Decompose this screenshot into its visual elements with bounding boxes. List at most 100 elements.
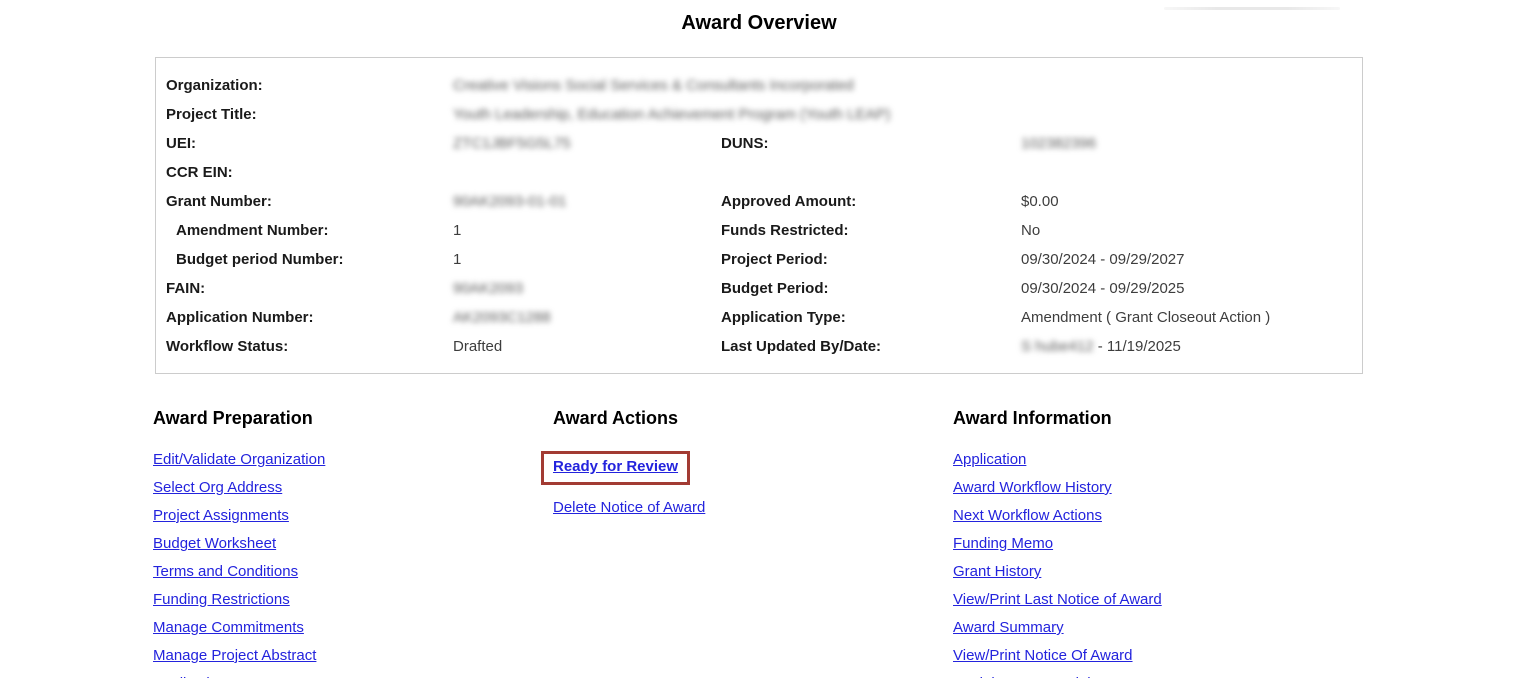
field-label: Organization: [166, 71, 453, 100]
link-row: Select Org Address [153, 479, 543, 497]
link-row: Funding Restrictions [153, 591, 543, 609]
award-links-sections: Award Preparation Edit/Validate Organizat… [0, 408, 1536, 678]
field-label: Budget Period: [721, 274, 1021, 303]
table-row-fain: FAIN:90AK2093Budget Period:09/30/2024 - … [156, 274, 1362, 303]
field-value: No [1021, 216, 1362, 245]
empty-cell [1021, 158, 1362, 187]
field-value: 1 [453, 216, 721, 245]
field-value-text: 09/30/2024 - 09/29/2027 [1021, 251, 1184, 268]
link-select-org-address[interactable]: Select Org Address [153, 480, 282, 495]
link-row: Manage Project Abstract [153, 647, 543, 665]
link-row: Budget Worksheet [153, 535, 543, 553]
table-row-project-title: Project Title:Youth Leadership, Educatio… [156, 100, 1362, 129]
field-value: 102382396 [1021, 129, 1362, 158]
field-value-text: 09/30/2024 - 09/29/2025 [1021, 280, 1184, 297]
field-label: Amendment Number: [166, 216, 453, 245]
field-label: Last Updated By/Date: [721, 332, 1021, 361]
field-value: 1 [453, 245, 721, 274]
link-row: View/Print Last Notice of Award [953, 591, 1343, 609]
field-label: Budget period Number: [166, 245, 453, 274]
link-row: Award Workflow History [953, 479, 1343, 497]
field-label: UEI: [166, 129, 453, 158]
link-application[interactable]: Application [953, 452, 1026, 467]
link-delete-notice-of-award[interactable]: Delete Notice of Award [553, 500, 705, 515]
table-row-organization: Organization:Creative Visions Social Ser… [156, 71, 1362, 100]
field-value: S hube412 - 11/19/2025 [1021, 332, 1362, 361]
field-value-text: No [1021, 222, 1040, 239]
link-terms-and-conditions[interactable]: Terms and Conditions [153, 564, 298, 579]
field-value-redacted: S hube412 [1021, 338, 1094, 355]
table-row-budget-period-number: Budget period Number:1Project Period:09/… [156, 245, 1362, 274]
field-value: Drafted [453, 332, 721, 361]
field-value [453, 158, 721, 187]
link-row: Terms and Conditions [153, 563, 543, 581]
link-funding-memo[interactable]: Funding Memo [953, 536, 1053, 551]
link-row: Next Workflow Actions [953, 507, 1343, 525]
field-value-redacted: Youth Leadership, Education Achievement … [453, 100, 1362, 129]
field-value-text: 102382396 [1021, 135, 1096, 152]
field-value-redacted: ZTC1JBF5G5L75 [453, 129, 721, 158]
link-ready-for-review[interactable]: Ready for Review [553, 459, 678, 474]
field-value-text: - 11/19/2025 [1094, 338, 1181, 355]
link-row: View/Print Notice Of Award [953, 647, 1343, 665]
field-label: Project Title: [166, 100, 453, 129]
table-row-workflow-status: Workflow Status:DraftedLast Updated By/D… [156, 332, 1362, 361]
field-label: Project Period: [721, 245, 1021, 274]
field-value-text: Amendment ( Grant Closeout Action ) [1021, 309, 1270, 326]
section-award-preparation: Award Preparation Edit/Validate Organizat… [153, 408, 543, 678]
link-row: Application [953, 451, 1343, 469]
link-next-workflow-actions[interactable]: Next Workflow Actions [953, 508, 1102, 523]
field-value: Amendment ( Grant Closeout Action ) [1021, 303, 1362, 332]
field-value: 09/30/2024 - 09/29/2027 [1021, 245, 1362, 274]
table-row-amendment-number: Amendment Number:1Funds Restricted:No [156, 216, 1362, 245]
field-label: FAIN: [166, 274, 453, 303]
link-award-workflow-history[interactable]: Award Workflow History [953, 480, 1112, 495]
field-value: $0.00 [1021, 187, 1362, 216]
field-value-redacted: AK2093C1288 [453, 303, 721, 332]
field-value-redacted: Creative Visions Social Services & Consu… [453, 71, 1362, 100]
section-award-actions: Award Actions Ready for Review Delete Noti… [553, 408, 943, 527]
link-manage-project-abstract[interactable]: Manage Project Abstract [153, 648, 316, 663]
link-row: Project Assignments [153, 507, 543, 525]
field-label: CCR EIN: [166, 158, 453, 187]
field-label: Funds Restricted: [721, 216, 1021, 245]
link-row: Delete Notice of Award [553, 499, 943, 517]
link-row: Ready for Review [553, 451, 943, 489]
highlight-annotation-box: Ready for Review [541, 451, 690, 485]
field-value-redacted: 90AK2093-01-01 [453, 187, 721, 216]
field-label: Workflow Status: [166, 332, 453, 361]
field-label: DUNS: [721, 129, 1021, 158]
link-edit-validate-organization[interactable]: Edit/Validate Organization [153, 452, 325, 467]
link-row: Award Summary [953, 619, 1343, 637]
table-row-application-number: Application Number:AK2093C1288Applicatio… [156, 303, 1362, 332]
link-row: Edit/Validate Organization [153, 451, 543, 469]
link-view-print-notice-of-award[interactable]: View/Print Notice Of Award [953, 648, 1133, 663]
section-heading: Award Information [953, 408, 1343, 429]
field-label: Application Type: [721, 303, 1021, 332]
field-value-redacted: 90AK2093 [453, 274, 721, 303]
empty-cell [721, 158, 1021, 187]
table-row-grant-number: Grant Number:90AK2093-01-01Approved Amou… [156, 187, 1362, 216]
link-view-print-last-notice-of-award[interactable]: View/Print Last Notice of Award [953, 592, 1162, 607]
field-label: Approved Amount: [721, 187, 1021, 216]
link-row: Manage Commitments [153, 619, 543, 637]
link-row: Grant History [953, 563, 1343, 581]
section-award-information: Award Information Application Award Workfl… [953, 408, 1343, 678]
link-grant-history[interactable]: Grant History [953, 564, 1041, 579]
section-heading: Award Actions [553, 408, 943, 429]
link-project-assignments[interactable]: Project Assignments [153, 508, 289, 523]
field-value: 09/30/2024 - 09/29/2025 [1021, 274, 1362, 303]
link-budget-worksheet[interactable]: Budget Worksheet [153, 536, 276, 551]
field-value-text: $0.00 [1021, 193, 1059, 210]
table-row-ccr-ein: CCR EIN: [156, 158, 1362, 187]
field-label: Application Number: [166, 303, 453, 332]
link-manage-commitments[interactable]: Manage Commitments [153, 620, 304, 635]
field-label: Grant Number: [166, 187, 453, 216]
link-award-summary[interactable]: Award Summary [953, 620, 1064, 635]
award-overview-table: Organization:Creative Visions Social Ser… [155, 57, 1363, 374]
cutoff-element-shadow [1164, 7, 1340, 10]
link-row: Funding Memo [953, 535, 1343, 553]
link-funding-restrictions[interactable]: Funding Restrictions [153, 592, 290, 607]
page-title: Award Overview [0, 12, 1518, 35]
section-heading: Award Preparation [153, 408, 543, 429]
